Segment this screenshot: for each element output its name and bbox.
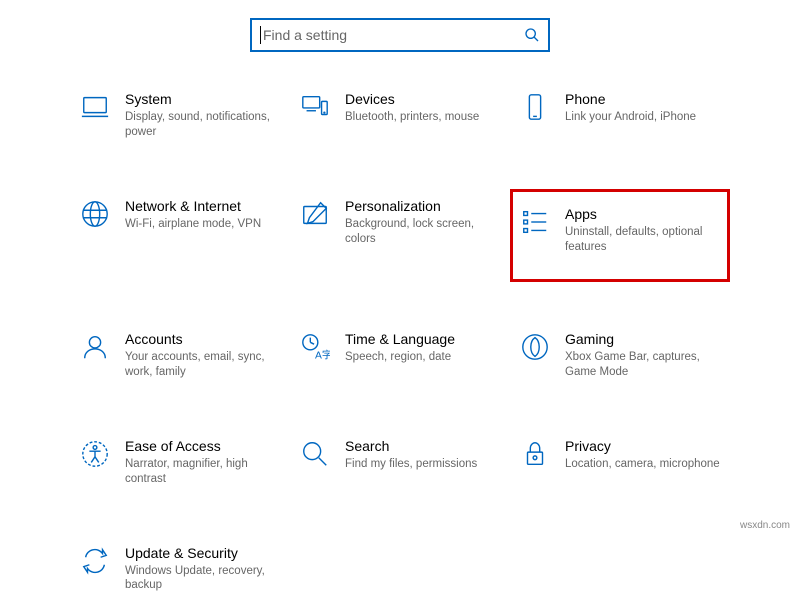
tile-personalization[interactable]: Personalization Background, lock screen,… — [290, 189, 510, 282]
tile-text: System Display, sound, notifications, po… — [125, 91, 281, 140]
tile-desc: Xbox Game Bar, captures, Game Mode — [565, 350, 721, 380]
search-icon — [524, 27, 540, 43]
svg-text:A字: A字 — [315, 348, 330, 361]
tile-search[interactable]: Search Find my files, permissions — [290, 429, 510, 496]
tile-phone[interactable]: Phone Link your Android, iPhone — [510, 82, 730, 149]
tile-text: Update & Security Windows Update, recove… — [125, 545, 281, 594]
privacy-icon — [519, 438, 551, 470]
tile-text: Search Find my files, permissions — [345, 438, 477, 472]
tile-gaming[interactable]: Gaming Xbox Game Bar, captures, Game Mod… — [510, 322, 730, 389]
tile-title: Apps — [565, 206, 721, 222]
search-container — [0, 0, 800, 82]
apps-icon — [519, 206, 551, 238]
tile-title: Devices — [345, 91, 479, 107]
tile-title: Personalization — [345, 198, 501, 214]
tile-desc: Your accounts, email, sync, work, family — [125, 350, 281, 380]
tile-network[interactable]: Network & Internet Wi-Fi, airplane mode,… — [70, 189, 290, 282]
tile-text: Devices Bluetooth, printers, mouse — [345, 91, 479, 125]
tile-title: Phone — [565, 91, 696, 107]
tile-apps[interactable]: Apps Uninstall, defaults, optional featu… — [510, 189, 730, 282]
tile-privacy[interactable]: Privacy Location, camera, microphone — [510, 429, 730, 496]
tile-text: Time & Language Speech, region, date — [345, 331, 455, 365]
network-icon — [79, 198, 111, 230]
devices-icon — [299, 91, 331, 123]
tile-title: System — [125, 91, 281, 107]
tile-desc: Display, sound, notifications, power — [125, 110, 281, 140]
tile-desc: Narrator, magnifier, high contrast — [125, 457, 281, 487]
tile-desc: Windows Update, recovery, backup — [125, 564, 281, 594]
settings-grid: System Display, sound, notifications, po… — [0, 82, 800, 602]
tile-text: Accounts Your accounts, email, sync, wor… — [125, 331, 281, 380]
search-input[interactable] — [263, 27, 524, 43]
gaming-icon — [519, 331, 551, 363]
tile-desc: Location, camera, microphone — [565, 457, 720, 472]
tile-desc: Find my files, permissions — [345, 457, 477, 472]
tile-text: Privacy Location, camera, microphone — [565, 438, 720, 472]
tile-title: Accounts — [125, 331, 281, 347]
tile-time-language[interactable]: A字 Time & Language Speech, region, date — [290, 322, 510, 389]
tile-title: Ease of Access — [125, 438, 281, 454]
tile-accounts[interactable]: Accounts Your accounts, email, sync, wor… — [70, 322, 290, 389]
tile-text: Phone Link your Android, iPhone — [565, 91, 696, 125]
tile-title: Gaming — [565, 331, 721, 347]
attribution-text: wsxdn.com — [740, 520, 790, 531]
tile-desc: Link your Android, iPhone — [565, 110, 696, 125]
tile-title: Update & Security — [125, 545, 281, 561]
tile-system[interactable]: System Display, sound, notifications, po… — [70, 82, 290, 149]
tile-title: Privacy — [565, 438, 720, 454]
personalization-icon — [299, 198, 331, 230]
tile-desc: Uninstall, defaults, optional features — [565, 225, 721, 255]
ease-of-access-icon — [79, 438, 111, 470]
tile-title: Search — [345, 438, 477, 454]
tile-text: Apps Uninstall, defaults, optional featu… — [565, 206, 721, 255]
tile-text: Network & Internet Wi-Fi, airplane mode,… — [125, 198, 261, 232]
tile-title: Time & Language — [345, 331, 455, 347]
time-language-icon: A字 — [299, 331, 331, 363]
tile-devices[interactable]: Devices Bluetooth, printers, mouse — [290, 82, 510, 149]
system-icon — [79, 91, 111, 123]
tile-desc: Bluetooth, printers, mouse — [345, 110, 479, 125]
tile-desc: Background, lock screen, colors — [345, 217, 501, 247]
tile-desc: Speech, region, date — [345, 350, 455, 365]
tile-text: Gaming Xbox Game Bar, captures, Game Mod… — [565, 331, 721, 380]
text-cursor — [260, 26, 261, 44]
tile-desc: Wi-Fi, airplane mode, VPN — [125, 217, 261, 232]
accounts-icon — [79, 331, 111, 363]
search-category-icon — [299, 438, 331, 470]
update-security-icon — [79, 545, 111, 577]
tile-text: Personalization Background, lock screen,… — [345, 198, 501, 247]
tile-update-security[interactable]: Update & Security Windows Update, recove… — [70, 536, 290, 602]
tile-ease-of-access[interactable]: Ease of Access Narrator, magnifier, high… — [70, 429, 290, 496]
search-box[interactable] — [250, 18, 550, 52]
tile-title: Network & Internet — [125, 198, 261, 214]
phone-icon — [519, 91, 551, 123]
tile-text: Ease of Access Narrator, magnifier, high… — [125, 438, 281, 487]
